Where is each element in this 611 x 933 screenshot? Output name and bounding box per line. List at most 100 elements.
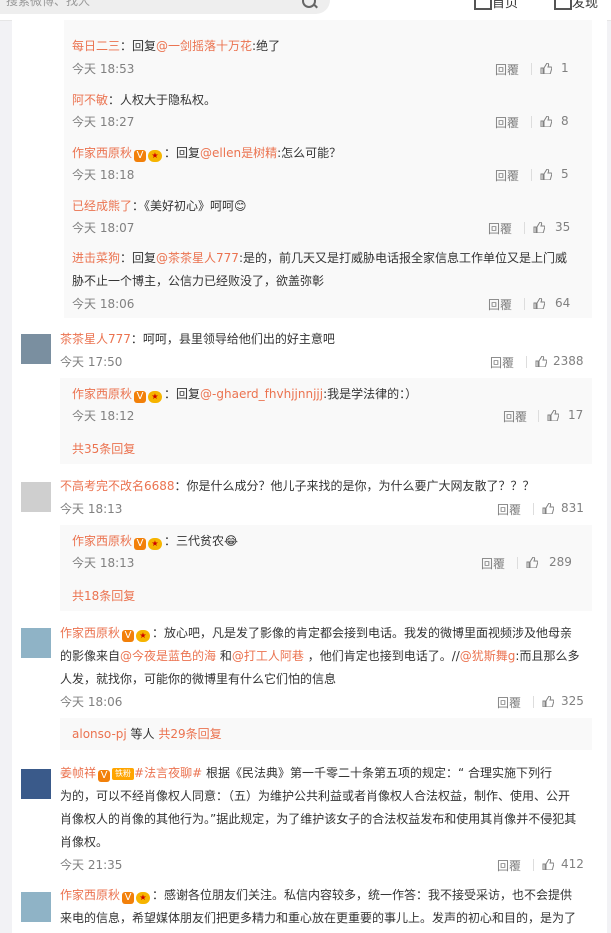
discover-icon[interactable] xyxy=(554,0,572,10)
comment-time: 今天 18:53 xyxy=(72,62,135,76)
like-count: 35 xyxy=(555,220,571,234)
verified-icon: V xyxy=(134,391,147,403)
mention-link[interactable]: @ellen是树精 xyxy=(200,146,277,160)
reply-button[interactable]: 回覆 xyxy=(497,694,521,711)
comment-time: 今天 18:07 xyxy=(72,221,135,235)
comment-user[interactable]: 作家西原秋 xyxy=(60,888,120,902)
comment-user[interactable]: 不高考完不改名6688 xyxy=(60,479,175,493)
comment-user[interactable]: 作家西原秋 xyxy=(72,146,132,160)
mention-link[interactable]: @-ghaerd_fhvhjjnnjjj xyxy=(200,387,323,401)
comment-user[interactable]: 阿不敏 xyxy=(72,93,108,107)
mention-link[interactable]: @一剑摇落十万花 xyxy=(156,39,252,53)
comment-time: 今天 17:50 xyxy=(60,355,123,369)
like-count: 64 xyxy=(555,296,571,310)
more-replies-link[interactable]: 共18条回复 xyxy=(72,587,135,604)
reply-summary: alonso-pj 等人 共29条回复 xyxy=(60,718,592,750)
avatar[interactable] xyxy=(21,628,51,658)
reply-button[interactable]: 回覆 xyxy=(497,501,521,518)
comment-text-cont: 来电的信息，希望媒体朋友们把更多精力和重心放在更重要的事儿上。发声的初心和目的，… xyxy=(60,911,577,925)
like-icon[interactable] xyxy=(542,503,554,514)
comment-text-cont: 肖像权人的肖像的其他行为。”据此规定，为了维护该女子的合法权益发布和使用其肖像并… xyxy=(60,812,577,826)
top-bar: 搜索微博、找人 首页 发现 xyxy=(0,0,611,21)
reply-list: 作家西原秋 V ★ ：回复@-ghaerd_fhvhjjnnjjj:我是学法律的：） … xyxy=(60,378,592,464)
mention-link[interactable]: @犹斯舞g xyxy=(460,649,516,663)
like-icon[interactable] xyxy=(542,859,554,870)
like-count: 325 xyxy=(561,694,584,708)
comment-text-cont: 为的，可以不经肖像权人同意：（五）为维护公共利益或者肖像权人合法权益，制作、使用… xyxy=(60,789,571,803)
like-icon[interactable] xyxy=(533,298,545,309)
comment-text: 作家西原秋 V ★ ：回复@-ghaerd_fhvhjjnnjjj:我是学法律的：） xyxy=(72,387,418,403)
reply-button[interactable]: 回覆 xyxy=(503,408,527,425)
reply-button[interactable]: 回覆 xyxy=(488,220,512,237)
badge-icon: ★ xyxy=(136,892,151,904)
avatar[interactable] xyxy=(21,892,51,922)
reply-button[interactable]: 回覆 xyxy=(495,61,519,78)
nav-discover[interactable]: 发现 xyxy=(572,0,598,11)
like-count: 831 xyxy=(561,501,584,515)
comment-user[interactable]: 作家西原秋 xyxy=(72,534,132,548)
comment-user[interactable]: 每日二三 xyxy=(72,39,120,53)
badge-icon: ★ xyxy=(148,391,163,403)
comment-text: 作家西原秋 V ★ ：三代贫农😂 xyxy=(72,534,239,550)
mention-link[interactable]: @打工人阿巷 xyxy=(232,649,304,663)
search-input[interactable]: 搜索微博、找人 xyxy=(0,0,330,14)
like-icon[interactable] xyxy=(526,557,538,568)
comment-user[interactable]: 茶茶星人777 xyxy=(60,332,131,346)
search-icon[interactable] xyxy=(302,0,316,8)
more-replies-link[interactable]: 共29条回复 xyxy=(158,727,221,741)
badge-icon: ★ xyxy=(136,630,151,642)
comment-time: 今天 18:18 xyxy=(72,168,135,182)
mention-link[interactable]: @茶茶星人777 xyxy=(156,251,239,265)
like-icon[interactable] xyxy=(535,356,547,367)
avatar[interactable] xyxy=(21,334,51,364)
comment-text: 阿不敏：人权大于隐私权。 xyxy=(72,93,217,107)
comment-user[interactable]: 作家西原秋 xyxy=(72,387,132,401)
comment-user[interactable]: 已经成熊了 xyxy=(72,199,132,213)
home-icon[interactable] xyxy=(474,0,492,10)
nav-home[interactable]: 首页 xyxy=(492,0,518,11)
like-icon[interactable] xyxy=(547,410,559,421)
like-icon[interactable] xyxy=(540,169,552,180)
reply-button[interactable]: 回覆 xyxy=(495,114,519,131)
badge-icon: ★ xyxy=(148,150,163,162)
comment-text: 作家西原秋 V ★ ：回复@ellen是树精:怎么可能？ xyxy=(72,146,342,162)
verified-icon: V xyxy=(98,770,111,782)
comment-time: 今天 21:35 xyxy=(60,858,123,872)
comment-user[interactable]: 姜帧祥 xyxy=(60,766,96,780)
like-count: 2388 xyxy=(553,354,584,368)
verified-icon: V xyxy=(122,630,135,642)
mention-link[interactable]: @今夜是蓝色的海 xyxy=(120,649,216,663)
like-count: 17 xyxy=(568,408,584,422)
more-replies-link[interactable]: 共35条回复 xyxy=(72,440,135,457)
like-icon[interactable] xyxy=(542,696,554,707)
comment-time: 今天 18:06 xyxy=(72,297,135,311)
avatar[interactable] xyxy=(21,769,51,799)
verified-icon: V xyxy=(122,892,135,904)
comment-text: 已经成熊了：《美好初心》呵呵😊 xyxy=(72,199,247,213)
comment-user[interactable]: 进击菜狗 xyxy=(72,251,120,265)
verified-icon: V xyxy=(134,150,147,162)
avatar[interactable] xyxy=(21,482,51,512)
like-icon[interactable] xyxy=(540,116,552,127)
comment-time: 今天 18:13 xyxy=(60,502,123,516)
comment-text: 不高考完不改名6688：你是什么成分？他儿子来找的是你，为什么要广大网友散了？？… xyxy=(60,479,535,493)
comment-text-cont: 的影像来自@今夜是蓝色的海 和@打工人阿巷 ，他们肯定也接到电话了。//@犹斯舞… xyxy=(60,649,580,663)
like-icon[interactable] xyxy=(533,222,545,233)
comment-text: 姜帧祥 V 铁粉 #法言夜聊# 根据《民法典》第一千零二十条第五项的规定：“ 合理实施… xyxy=(60,766,552,782)
reply-button[interactable]: 回覆 xyxy=(488,296,512,313)
comment-time: 今天 18:06 xyxy=(60,695,123,709)
reply-button[interactable]: 回覆 xyxy=(481,555,505,572)
comment-text-cont: 人发，就找你，可能你的微博里有什么它们怕的信息 xyxy=(60,672,337,686)
comment-time: 今天 18:27 xyxy=(72,115,135,129)
reply-button[interactable]: 回覆 xyxy=(495,167,519,184)
comment-user[interactable]: alonso-pj xyxy=(72,727,127,741)
comment-time: 今天 18:12 xyxy=(72,409,135,423)
fan-badge: 铁粉 xyxy=(112,768,135,780)
reply-button[interactable]: 回覆 xyxy=(497,857,521,874)
reply-button[interactable]: 回覆 xyxy=(490,354,514,371)
comment-text-cont: 胁不止一个博主，公信力已经败没了，欲盖弥彰 xyxy=(72,274,325,288)
comment-text: 作家西原秋 V ★ ：放心吧，凡是发了影像的肯定都会接到电话。我发的微博里面视频涉及他… xyxy=(60,626,573,642)
like-icon[interactable] xyxy=(540,63,552,74)
comment-user[interactable]: 作家西原秋 xyxy=(60,626,120,640)
hashtag-link[interactable]: #法言夜聊# xyxy=(134,766,202,780)
